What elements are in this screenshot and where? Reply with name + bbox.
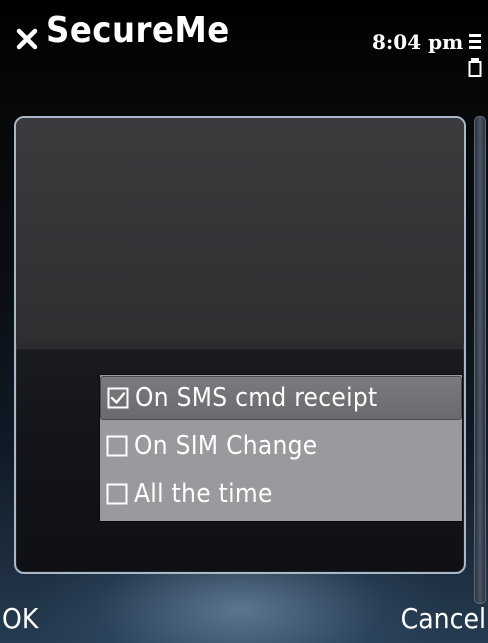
softkey-cancel[interactable]: Cancel [401, 602, 486, 635]
phone-screen: SecureMe 8:04 pm On SMS cmd receipt On S… [0, 0, 488, 643]
option-label: On SIM Change [134, 431, 318, 461]
checkbox-unchecked-icon[interactable] [106, 435, 128, 457]
option-all-the-time[interactable]: All the time [100, 472, 462, 516]
softkey-ok[interactable]: OK [2, 602, 38, 635]
options-list: On SMS cmd receipt On SIM Change All the… [100, 375, 462, 521]
title-bar: SecureMe 8:04 pm [0, 0, 488, 90]
option-label: On SMS cmd receipt [135, 383, 378, 413]
panel-upper-area [16, 118, 464, 343]
option-sim-change[interactable]: On SIM Change [100, 424, 462, 468]
clock: 8:04 pm [372, 30, 464, 54]
checkbox-checked-icon[interactable] [107, 387, 129, 409]
signal-icon [468, 34, 482, 77]
close-icon[interactable] [14, 26, 40, 52]
checkbox-unchecked-icon[interactable] [106, 483, 128, 505]
scrollbar[interactable] [474, 116, 486, 604]
option-sms-cmd-receipt[interactable]: On SMS cmd receipt [100, 376, 462, 420]
app-title: SecureMe [46, 10, 230, 51]
option-label: All the time [134, 479, 273, 509]
